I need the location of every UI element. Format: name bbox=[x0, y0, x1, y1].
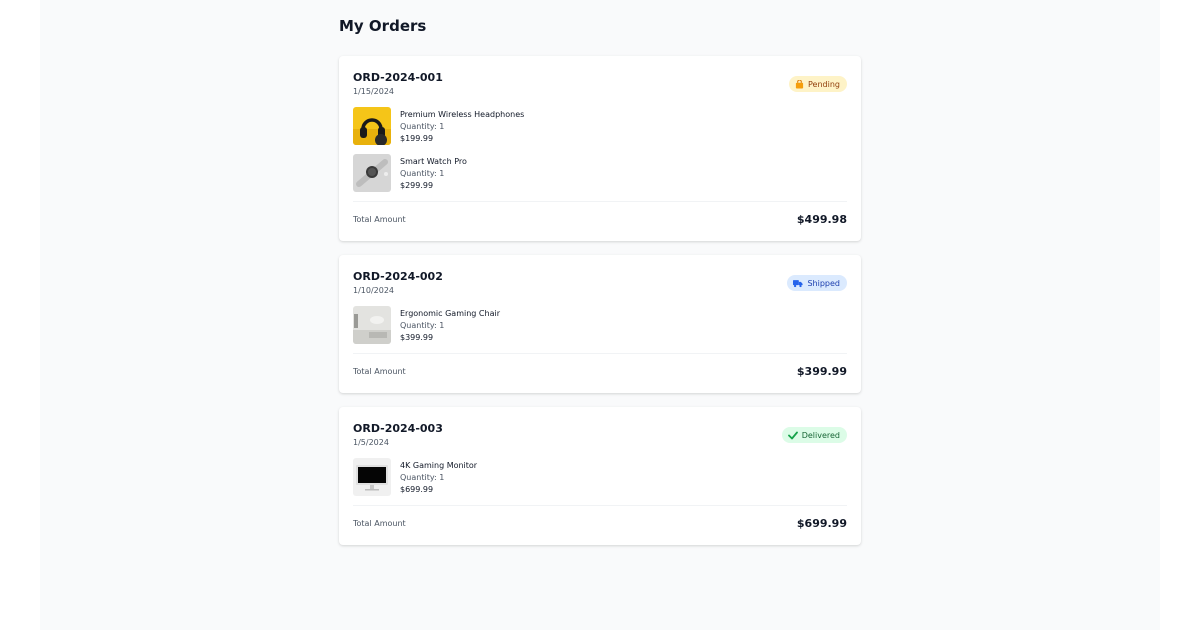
item-price: $699.99 bbox=[400, 485, 434, 494]
order-id: ORD-2024-002 bbox=[353, 270, 443, 283]
order-header: ORD-2024-001 1/15/2024 Pending bbox=[353, 71, 847, 99]
item-quantity: Quantity: 1 bbox=[400, 321, 445, 330]
box-icon bbox=[795, 79, 804, 89]
monitor-image bbox=[353, 458, 391, 496]
total-amount: $499.98 bbox=[796, 213, 847, 226]
order-card[interactable]: ORD-2024-002 1/10/2024 Shipped Ergonomic… bbox=[339, 255, 861, 393]
item-price: $399.99 bbox=[400, 333, 434, 342]
page-title: My Orders bbox=[339, 17, 427, 35]
list-item[interactable]: Premium Wireless Headphones Quantity: 1 … bbox=[353, 107, 847, 145]
order-items: Premium Wireless Headphones Quantity: 1 … bbox=[353, 107, 847, 192]
item-price: $299.99 bbox=[400, 181, 434, 190]
total-label: Total Amount bbox=[353, 215, 406, 224]
order-date: 1/15/2024 bbox=[353, 87, 395, 96]
item-price: $199.99 bbox=[400, 134, 434, 143]
truck-icon bbox=[793, 279, 804, 287]
order-date: 1/10/2024 bbox=[353, 286, 395, 295]
total-label: Total Amount bbox=[353, 519, 406, 528]
smart-watch-image bbox=[353, 154, 391, 192]
total-amount: $699.99 bbox=[796, 517, 847, 530]
list-item[interactable]: Smart Watch Pro Quantity: 1 $299.99 bbox=[353, 154, 847, 192]
gaming-chair-image bbox=[353, 306, 391, 344]
order-id: ORD-2024-003 bbox=[353, 422, 443, 435]
list-item[interactable]: Ergonomic Gaming Chair Quantity: 1 $399.… bbox=[353, 306, 847, 344]
item-name: Smart Watch Pro bbox=[400, 157, 467, 166]
status-label: Shipped bbox=[807, 278, 840, 288]
order-date: 1/5/2024 bbox=[353, 438, 389, 447]
order-total-row: Total Amount $399.99 bbox=[353, 354, 847, 392]
item-name: Premium Wireless Headphones bbox=[400, 110, 525, 119]
item-name: Ergonomic Gaming Chair bbox=[400, 309, 500, 318]
status-label: Delivered bbox=[801, 430, 840, 440]
item-quantity: Quantity: 1 bbox=[400, 169, 445, 178]
status-badge: Pending bbox=[789, 76, 847, 92]
status-badge: Delivered bbox=[781, 427, 847, 443]
order-id: ORD-2024-001 bbox=[353, 71, 443, 84]
status-badge: Shipped bbox=[787, 275, 847, 291]
item-name: 4K Gaming Monitor bbox=[400, 461, 478, 470]
list-item[interactable]: 4K Gaming Monitor Quantity: 1 $699.99 bbox=[353, 458, 847, 496]
order-card[interactable]: ORD-2024-001 1/15/2024 Pending Premium W… bbox=[339, 56, 861, 241]
status-label: Pending bbox=[808, 79, 840, 89]
check-icon bbox=[787, 431, 798, 439]
headphones-image bbox=[353, 107, 391, 145]
order-items: 4K Gaming Monitor Quantity: 1 $699.99 bbox=[353, 458, 847, 496]
order-items: Ergonomic Gaming Chair Quantity: 1 $399.… bbox=[353, 306, 847, 344]
total-label: Total Amount bbox=[353, 367, 406, 376]
order-total-row: Total Amount $699.99 bbox=[353, 506, 847, 544]
item-quantity: Quantity: 1 bbox=[400, 473, 445, 482]
order-total-row: Total Amount $499.98 bbox=[353, 202, 847, 240]
order-header: ORD-2024-003 1/5/2024 Delivered bbox=[353, 422, 847, 450]
order-header: ORD-2024-002 1/10/2024 Shipped bbox=[353, 270, 847, 298]
total-amount: $399.99 bbox=[796, 365, 847, 378]
order-card[interactable]: ORD-2024-003 1/5/2024 Delivered 4K Gamin… bbox=[339, 407, 861, 545]
item-quantity: Quantity: 1 bbox=[400, 122, 445, 131]
